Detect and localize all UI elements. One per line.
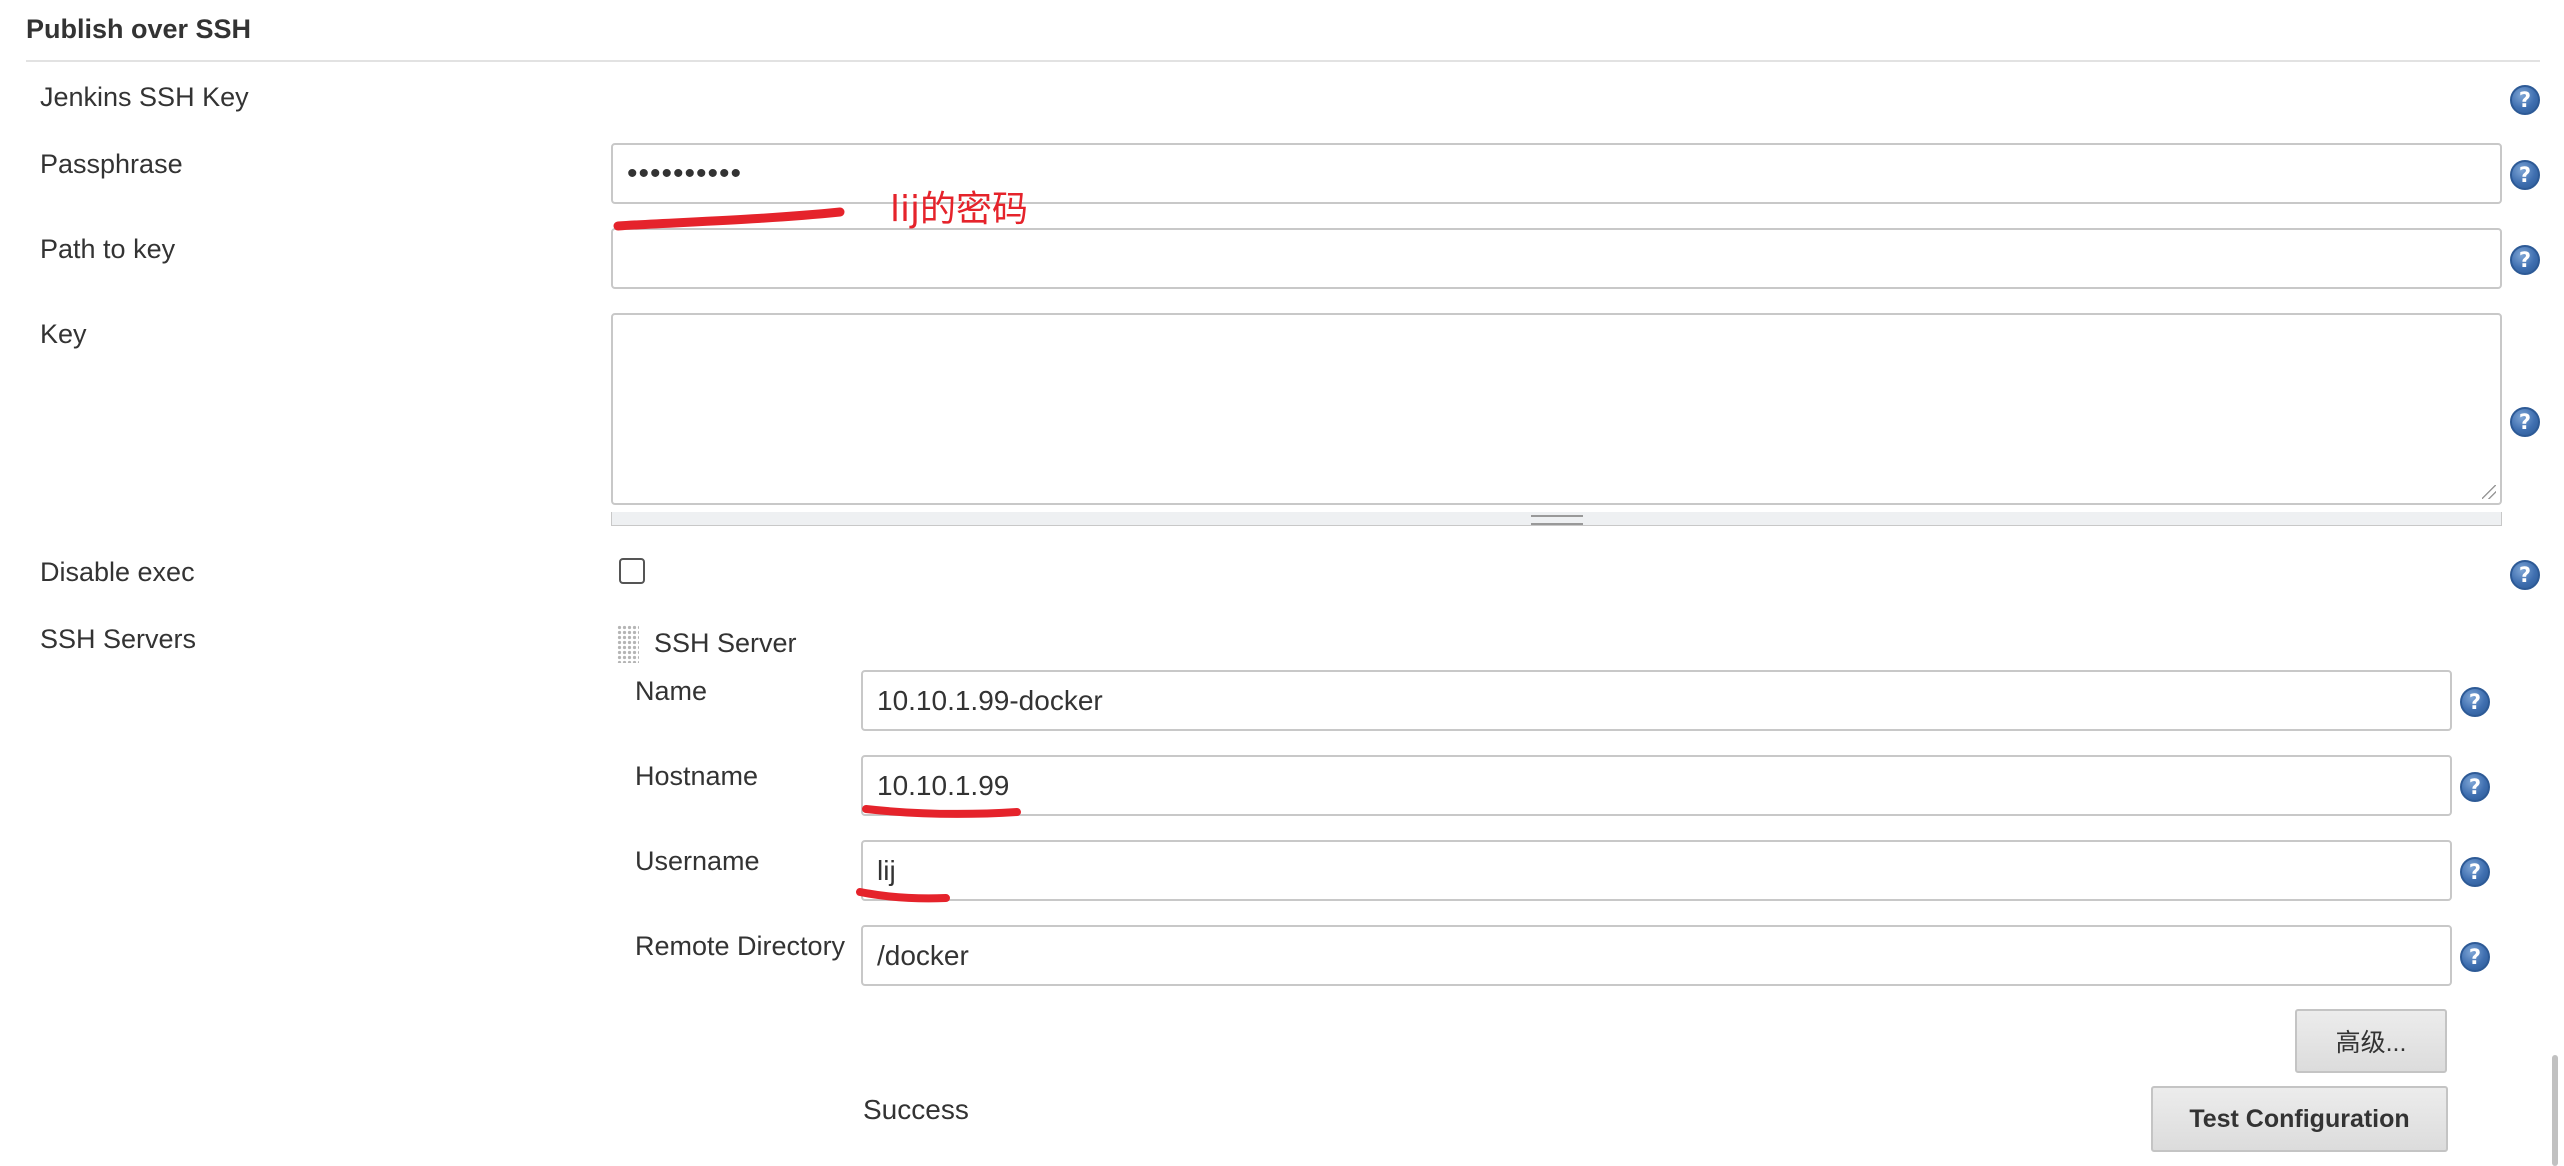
scrollbar-thumb[interactable] bbox=[2552, 1055, 2558, 1166]
annotation-overlay bbox=[613, 207, 1021, 903]
annotation-underline-username bbox=[856, 888, 950, 903]
annotation-underline-hostname bbox=[862, 805, 1021, 818]
annotation-underline-passphrase bbox=[613, 207, 845, 231]
annotation-passphrase-note: lij的密码 bbox=[890, 189, 1029, 230]
